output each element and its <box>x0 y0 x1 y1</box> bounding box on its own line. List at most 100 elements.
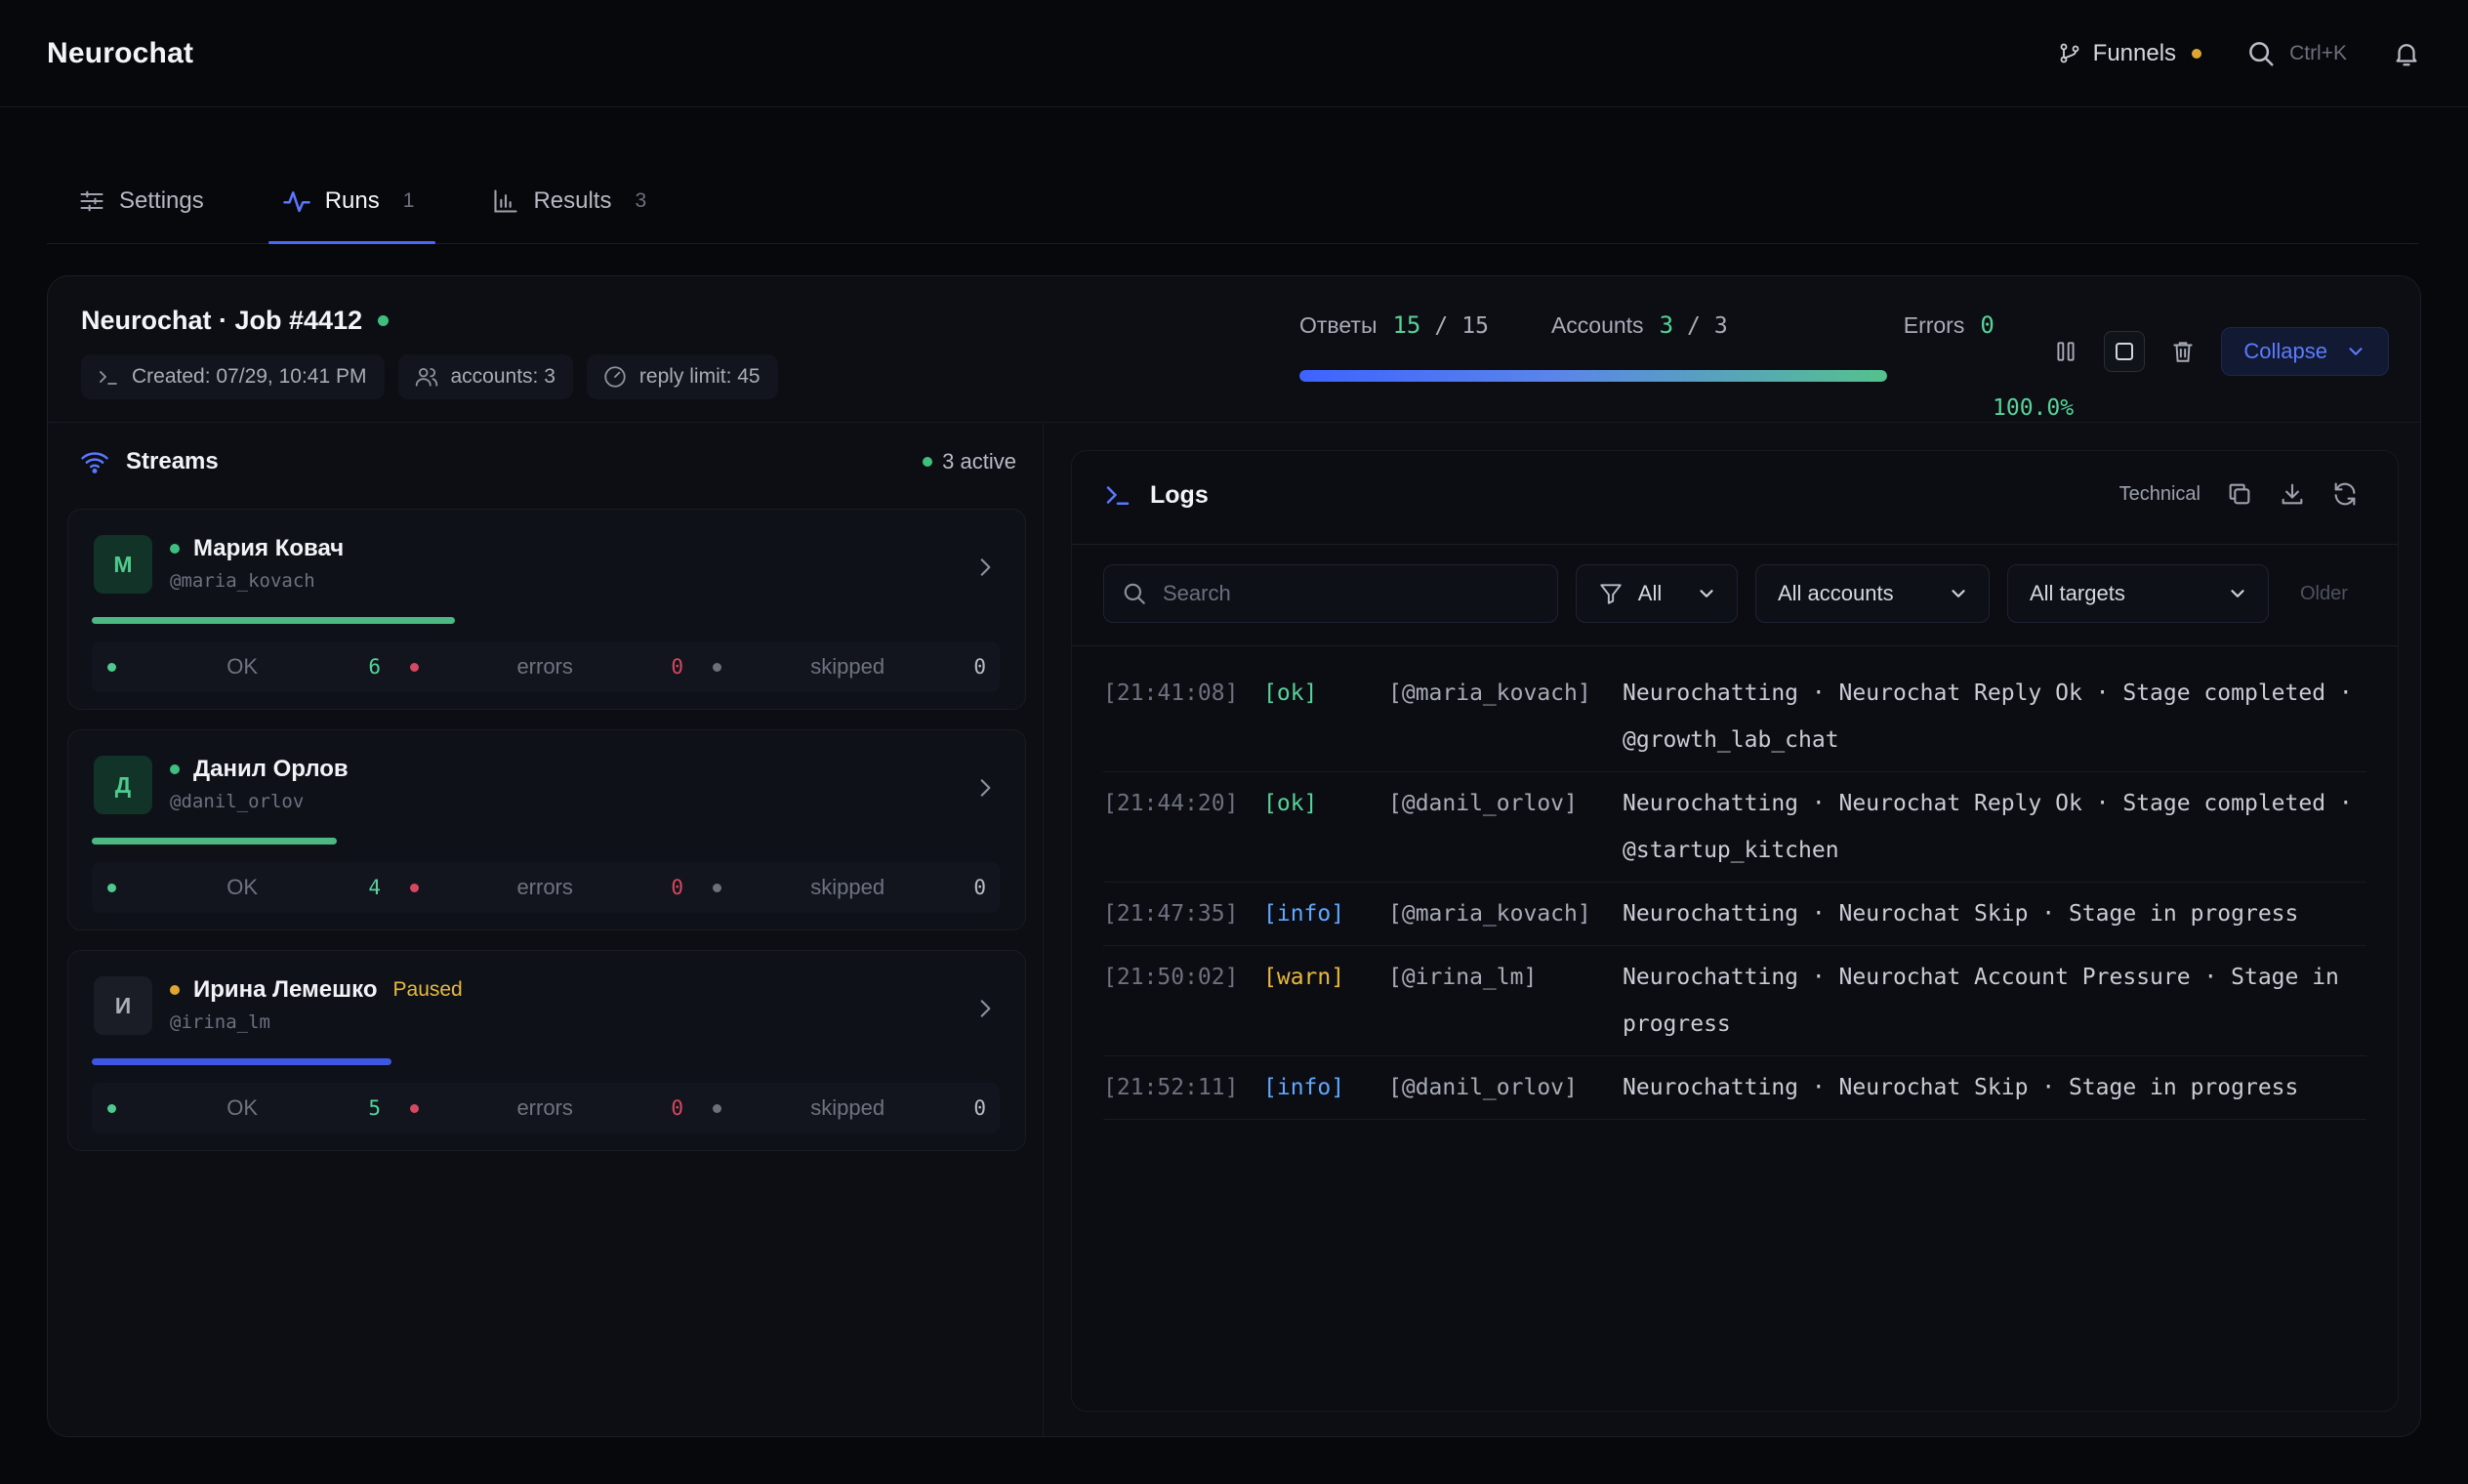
stream-status-dot <box>170 544 180 554</box>
delete-button[interactable] <box>2162 331 2203 372</box>
log-entry: [21:47:35] [info] [@maria_kovach] Neuroc… <box>1103 883 2366 946</box>
errors-value: 0 <box>671 1096 683 1120</box>
errors-label: errors <box>516 875 573 899</box>
log-account: [@maria_kovach] <box>1388 901 1591 927</box>
errors-stat: errors 0 <box>394 875 697 900</box>
ok-dot <box>107 883 116 892</box>
level-filter-select[interactable]: All <box>1576 564 1738 623</box>
stream-progress-bar <box>92 617 455 624</box>
log-search-input[interactable]: Search <box>1103 564 1558 623</box>
log-entry: [21:50:02] [warn] [@irina_lm] Neurochatt… <box>1103 946 2366 1056</box>
job-panel: Neurochat · Job #4412 Created: 07/29, 10… <box>47 275 2421 1437</box>
older-button[interactable]: Older <box>2300 583 2348 605</box>
funnels-button[interactable]: Funnels <box>2058 39 2202 67</box>
pause-icon <box>2053 339 2078 364</box>
log-entry: [21:44:20] [ok] [@danil_orlov] Neurochat… <box>1103 772 2366 883</box>
ok-stat: OK 6 <box>92 654 394 680</box>
collapse-button[interactable]: Collapse <box>2221 327 2389 376</box>
log-list: [21:41:08] [ok] [@maria_kovach] Neurocha… <box>1103 662 2366 1120</box>
logs-filters: Search All All accounts All targets Olde… <box>1103 564 2359 623</box>
ok-dot <box>107 662 116 672</box>
stream-card[interactable]: И Ирина Лемешко Paused @irina_lm OK 5 er… <box>67 950 1026 1151</box>
streams-title-text: Streams <box>126 448 219 474</box>
created-chip: Created: 07/29, 10:41 PM <box>81 354 385 399</box>
stream-handle: @danil_orlov <box>170 791 305 812</box>
stream-card[interactable]: М Мария Ковач @maria_kovach OK 6 errors <box>67 509 1026 710</box>
tab-runs-label: Runs <box>324 186 380 214</box>
errors-dot <box>410 883 419 892</box>
logs-tools: Technical <box>2119 480 2359 508</box>
skipped-dot <box>713 1103 721 1113</box>
answers-label: Ответы <box>1299 312 1378 338</box>
refresh-icon[interactable] <box>2331 480 2359 508</box>
log-account: [@maria_kovach] <box>1388 680 1591 706</box>
log-level: [ok] <box>1263 680 1318 706</box>
job-progress-fill <box>1299 370 1887 382</box>
wifi-icon <box>79 447 110 476</box>
job-actions: Collapse <box>2045 327 2389 376</box>
activity-icon <box>282 186 311 216</box>
errors-label: errors <box>516 1095 573 1120</box>
ok-value: 6 <box>368 655 381 679</box>
chevron-right-icon[interactable] <box>972 775 998 801</box>
accounts-filter-select[interactable]: All accounts <box>1755 564 1990 623</box>
download-icon[interactable] <box>2279 480 2306 508</box>
stop-button[interactable] <box>2104 331 2146 372</box>
errors-value: 0 <box>671 876 683 899</box>
stream-name: Мария Ковач <box>170 535 344 562</box>
notifications-button[interactable] <box>2392 39 2421 68</box>
active-count-text: 3 active <box>942 449 1016 474</box>
stop-icon <box>2113 340 2136 363</box>
log-time: [21:50:02] <box>1103 965 1239 990</box>
errors-label: Errors <box>1903 312 1965 338</box>
search-button[interactable]: Ctrl+K <box>2246 39 2347 68</box>
skipped-stat: skipped 0 <box>697 1095 1000 1121</box>
tab-bar: Settings Runs 1 Results 3 <box>47 164 2419 244</box>
chevron-down-icon <box>1948 583 1969 604</box>
skipped-label: skipped <box>810 654 885 679</box>
stream-card[interactable]: Д Данил Орлов @danil_orlov OK 4 errors 0… <box>67 729 1026 930</box>
bell-icon <box>2392 39 2421 68</box>
tab-results[interactable]: Results 3 <box>461 164 668 243</box>
targets-filter-value: All targets <box>2030 581 2125 605</box>
ok-label: OK <box>226 1095 259 1120</box>
log-level: [warn] <box>1263 965 1345 990</box>
funnels-label: Funnels <box>2092 39 2177 66</box>
streams-panel: Streams 3 active М Мария Ковач @maria_ko… <box>48 423 1044 1436</box>
errors-value: 0 <box>1980 311 1995 339</box>
ok-stat: OK 4 <box>92 875 394 900</box>
git-branch-icon <box>2058 42 2081 65</box>
log-level: [info] <box>1263 901 1345 927</box>
job-title-text: Neurochat · Job #4412 <box>81 306 363 335</box>
log-message: Neurochatting · Neurochat Skip · Stage i… <box>1623 901 2299 927</box>
accounts-total: 3 <box>1713 313 1728 339</box>
log-level: [info] <box>1263 1075 1345 1100</box>
answers-total: 15 <box>1461 313 1489 339</box>
avatar: И <box>94 976 152 1035</box>
targets-filter-select[interactable]: All targets <box>2007 564 2269 623</box>
skipped-stat: skipped 0 <box>697 875 1000 900</box>
tab-settings[interactable]: Settings <box>47 164 226 243</box>
stream-name-text: Ирина Лемешко <box>193 976 378 1003</box>
stream-progress-bar <box>92 1058 391 1065</box>
chevron-right-icon[interactable] <box>972 996 998 1021</box>
copy-icon[interactable] <box>2226 480 2253 508</box>
logs-header: Logs Technical <box>1072 451 2398 545</box>
tab-runs[interactable]: Runs 1 <box>251 164 436 244</box>
skipped-label: skipped <box>810 1095 885 1120</box>
ok-value: 4 <box>368 876 381 899</box>
stream-name-text: Данил Орлов <box>193 756 349 782</box>
app-title: Neurochat <box>47 36 194 69</box>
reply-limit-text: reply limit: 45 <box>638 365 761 388</box>
accounts-filter-value: All accounts <box>1778 581 1894 605</box>
errors-dot <box>410 1103 419 1113</box>
job-stats: Ответы 15 / 15 Accounts 3 / 3 Errors 0 1… <box>1299 311 2077 421</box>
ok-dot <box>107 1103 116 1113</box>
stream-name: Данил Орлов <box>170 756 349 783</box>
technical-toggle[interactable]: Technical <box>2119 483 2201 506</box>
stream-progress-bar <box>92 838 337 845</box>
chevron-right-icon[interactable] <box>972 555 998 580</box>
ok-stat: OK 5 <box>92 1095 394 1121</box>
job-percent: 100.0% <box>1993 395 2075 421</box>
pause-button[interactable] <box>2045 331 2086 372</box>
